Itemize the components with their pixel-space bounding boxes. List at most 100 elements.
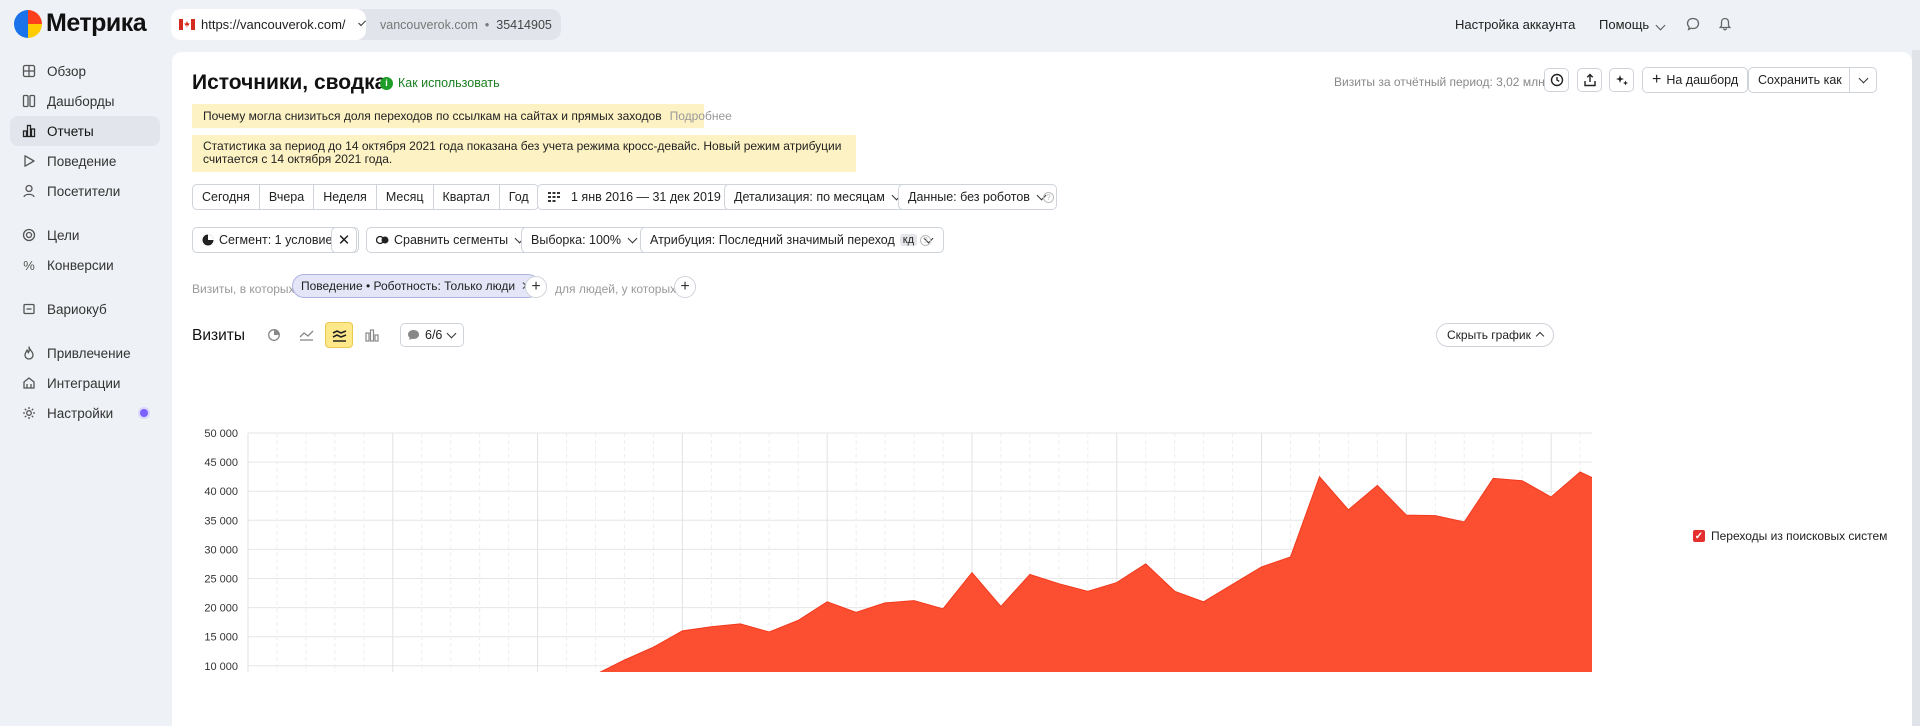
hide-chart-label: Скрыть график: [1447, 328, 1531, 342]
save-as-button[interactable]: Сохранить как: [1748, 67, 1850, 93]
save-as-dropdown[interactable]: [1849, 67, 1877, 93]
sidebar-item-label: Дашборды: [47, 93, 115, 109]
grid-icon: [22, 64, 36, 78]
sidebar-item-overview[interactable]: Обзор: [10, 56, 160, 86]
sidebar-item-label: Настройки: [47, 405, 114, 421]
chart-type-bar-button[interactable]: [358, 322, 386, 348]
sidebar-item-visitors[interactable]: Посетители: [10, 176, 160, 206]
account-settings-link[interactable]: Настройка аккаунта: [1455, 17, 1575, 32]
how-to-use-link[interactable]: i Как использовать: [380, 76, 500, 90]
chat-icon[interactable]: [1686, 17, 1700, 31]
date-range-picker[interactable]: 1 янв 2016 — 31 дек 2019: [537, 184, 731, 210]
sidebar-item-integrations[interactable]: Интеграции: [10, 368, 160, 398]
sidebar-item-reports[interactable]: Отчеты: [10, 116, 160, 146]
sample-label: Выборка: 100%: [531, 233, 621, 247]
visits-total: Визиты за отчётный период: 3,02 млн: [1334, 75, 1545, 89]
comment-icon: [408, 330, 419, 340]
hide-chart-button[interactable]: Скрыть график: [1436, 323, 1554, 347]
attribution-label: Атрибуция: Последний значимый переход: [650, 233, 895, 247]
period-year-button[interactable]: Год: [500, 185, 538, 209]
period-week-button[interactable]: Неделя: [314, 185, 377, 209]
sidebar-item-settings[interactable]: Настройки: [10, 398, 160, 428]
y-tick-label: 20 000: [204, 603, 238, 615]
y-tick-label: 50 000: [204, 428, 238, 440]
sidebar-item-label: Привлечение: [47, 345, 131, 361]
period-quarter-button[interactable]: Квартал: [434, 185, 500, 209]
add-visit-filter-button[interactable]: +: [525, 276, 547, 298]
dashboard-icon: [22, 94, 36, 108]
bell-icon[interactable]: [1718, 17, 1732, 31]
drop-notice-more-link[interactable]: Подробнее: [670, 109, 732, 123]
sidebar-item-label: Конверсии: [47, 257, 114, 273]
add-people-filter-button[interactable]: +: [674, 276, 696, 298]
period-month-button[interactable]: Месяц: [377, 185, 434, 209]
visits-area-chart: 50 000 45 000 40 000 35 000 30 000 25 000 20 0…: [204, 428, 1592, 672]
people-where-label: для людей, у которых: [555, 282, 677, 296]
pie-chart-icon: [268, 329, 280, 341]
y-tick-label: 40 000: [204, 486, 238, 498]
data-filter-label: Данные: без роботов: [908, 190, 1030, 204]
help-icon[interactable]: ?: [920, 235, 931, 246]
add-to-dashboard-label: На дашборд: [1666, 73, 1739, 87]
data-filter-select[interactable]: Данные: без роботов: [898, 184, 1057, 210]
sidebar-item-label: Отчеты: [47, 123, 94, 139]
metrika-logo-icon: [14, 9, 42, 38]
help-menu[interactable]: Помощь: [1599, 17, 1666, 32]
compare-segments-label: Сравнить сегменты: [394, 233, 509, 247]
site-selector[interactable]: https://vancouverok.com/ vancouverok.com…: [171, 9, 561, 40]
sidebar-item-conversions[interactable]: % Конверсии: [10, 250, 160, 280]
ai-report-button[interactable]: [1609, 68, 1634, 92]
save-as-label: Сохранить как: [1758, 73, 1842, 87]
drop-notice-text: Почему могла снизиться доля переходов по…: [203, 109, 662, 123]
main-panel: Источники, сводка i Как использовать Виз…: [172, 52, 1912, 726]
detail-select[interactable]: Детализация: по месяцам: [724, 184, 912, 210]
site-url-box[interactable]: https://vancouverok.com/: [171, 9, 366, 40]
logo-text: Метрика: [46, 9, 147, 37]
add-to-dashboard-button[interactable]: + На дашборд: [1642, 67, 1749, 93]
period-yesterday-button[interactable]: Вчера: [260, 185, 315, 209]
y-tick-label: 10 000: [204, 661, 238, 672]
chart-type-area-button[interactable]: [325, 322, 353, 348]
y-tick-label: 30 000: [204, 544, 238, 556]
sidebar-item-dashboards[interactable]: Дашборды: [10, 86, 160, 116]
filter-chip[interactable]: Поведение • Роботность: Только люди ✕: [292, 274, 541, 298]
chart-legend[interactable]: ✓ Переходы из поисковых систем: [1693, 529, 1887, 543]
user-icon: [22, 184, 36, 198]
crossdevice-badge: кд: [899, 234, 918, 246]
metrics-select[interactable]: 6/6: [400, 323, 465, 347]
line-chart-icon: [299, 330, 313, 341]
area-chart-icon: [332, 329, 346, 342]
sidebar-item-label: Посетители: [47, 183, 121, 199]
flame-icon: [22, 346, 36, 360]
site-url: https://vancouverok.com/: [201, 17, 346, 32]
help-icon[interactable]: ?: [1043, 192, 1054, 203]
checkbox-checked-icon[interactable]: ✓: [1693, 530, 1705, 542]
notification-dot: [140, 409, 148, 417]
sidebar-item-behavior[interactable]: Поведение: [10, 146, 160, 176]
sidebar-item-label: Обзор: [47, 63, 86, 79]
sample-select[interactable]: Выборка: 100%: [521, 227, 648, 253]
export-button[interactable]: [1577, 68, 1602, 92]
sidebar-item-label: Вариокуб: [47, 301, 107, 317]
compare-segments-button[interactable]: Сравнить сегменты: [366, 227, 536, 253]
site-domain: vancouverok.com: [380, 17, 478, 32]
y-tick-label: 25 000: [204, 574, 238, 586]
sidebar-item-goals[interactable]: Цели: [10, 220, 160, 250]
y-tick-label: 45 000: [204, 457, 238, 469]
canada-flag-icon: [179, 19, 195, 30]
clear-segment-button[interactable]: ✕: [331, 227, 357, 253]
chart-type-line-button[interactable]: [292, 322, 320, 348]
cube-icon: [22, 302, 36, 316]
bar-chart-icon: [365, 328, 379, 342]
history-button[interactable]: [1544, 68, 1569, 92]
sidebar-item-acquisition[interactable]: Привлечение: [10, 338, 160, 368]
chart-type-pie-button[interactable]: [260, 322, 288, 348]
attribution-select[interactable]: Атрибуция: Последний значимый переход кд: [640, 227, 945, 253]
play-icon: [22, 154, 36, 168]
page-scrollbar[interactable]: [1912, 50, 1920, 726]
period-today-button[interactable]: Сегодня: [193, 185, 260, 209]
logo[interactable]: Метрика: [14, 9, 147, 38]
sidebar-item-variocube[interactable]: Вариокуб: [10, 294, 160, 324]
drop-notice: Почему могла снизиться доля переходов по…: [192, 104, 732, 128]
target-icon: [22, 228, 36, 242]
